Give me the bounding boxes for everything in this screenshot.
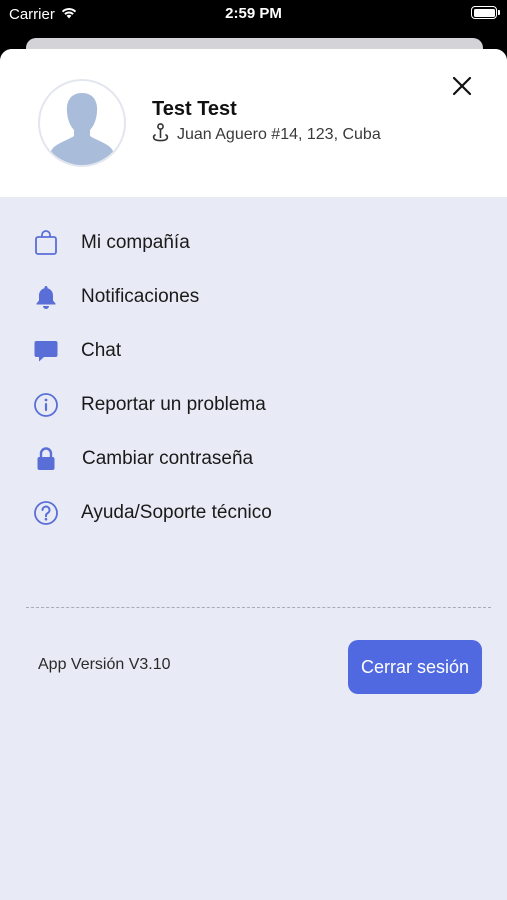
menu-item-ayuda-soporte[interactable]: Ayuda/Soporte técnico bbox=[0, 489, 507, 537]
menu-item-mi-compania[interactable]: Mi compañía bbox=[0, 219, 507, 267]
menu-item-cambiar-contrasena[interactable]: Cambiar contraseña bbox=[0, 435, 507, 483]
menu-label: Cambiar contraseña bbox=[82, 448, 254, 469]
location-pin-icon bbox=[152, 123, 169, 147]
menu-label: Reportar un problema bbox=[81, 394, 266, 415]
close-icon bbox=[452, 76, 472, 96]
profile-header: Test Test Juan Aguero #14, 123, Cuba bbox=[0, 49, 507, 197]
question-icon bbox=[33, 500, 59, 526]
status-time: 2:59 PM bbox=[225, 5, 282, 22]
avatar bbox=[38, 79, 126, 167]
user-name: Test Test bbox=[152, 98, 237, 120]
lock-icon bbox=[33, 446, 59, 472]
app-version: App Versión V3.10 bbox=[38, 656, 171, 673]
close-button[interactable] bbox=[449, 73, 475, 99]
bell-icon bbox=[33, 284, 59, 310]
menu-label: Chat bbox=[81, 340, 122, 361]
menu-label: Mi compañía bbox=[81, 232, 190, 253]
user-address: Juan Aguero #14, 123, Cuba bbox=[152, 123, 381, 147]
address-text: Juan Aguero #14, 123, Cuba bbox=[177, 126, 381, 143]
divider bbox=[26, 607, 491, 608]
side-menu-sheet: Test Test Juan Aguero #14, 123, Cuba Mi … bbox=[0, 49, 507, 900]
person-silhouette-icon bbox=[48, 93, 116, 165]
menu-label: Ayuda/Soporte técnico bbox=[81, 502, 272, 523]
menu-item-notificaciones[interactable]: Notificaciones bbox=[0, 273, 507, 321]
battery-icon bbox=[471, 6, 500, 19]
menu-item-reportar-problema[interactable]: Reportar un problema bbox=[0, 381, 507, 429]
menu-label: Notificaciones bbox=[81, 286, 200, 307]
chat-bubble-icon bbox=[33, 338, 59, 364]
status-bar: Carrier 2:59 PM bbox=[0, 0, 507, 30]
logout-button[interactable]: Cerrar sesión bbox=[348, 640, 482, 694]
menu-item-chat[interactable]: Chat bbox=[0, 327, 507, 375]
info-icon bbox=[33, 392, 59, 418]
shopping-bag-icon bbox=[33, 230, 59, 256]
